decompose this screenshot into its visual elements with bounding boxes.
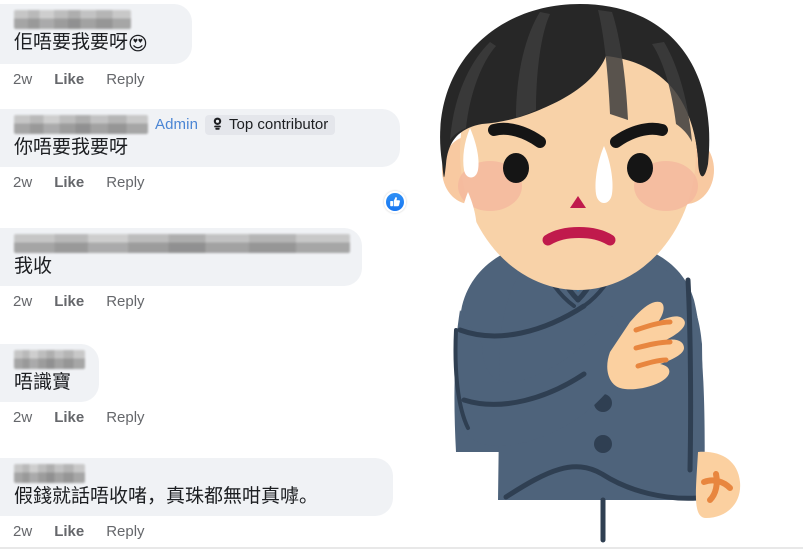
suit-button [594,435,612,453]
like-button[interactable]: Like [54,293,84,310]
comment-actions: 2w Like Reply [0,523,393,540]
like-button[interactable]: Like [54,409,84,426]
comment-text: 唔識寶 [14,372,72,393]
comment-actions: 2w Like Reply [0,409,145,426]
comment-author-row [14,464,381,483]
comment-bubble: 我收 [0,228,362,287]
comment-author-row [14,10,180,29]
comment-bubble: 佢唔要我要呀😍 [0,4,192,65]
comment-author-row: Admin Top contributor [14,114,388,135]
badge-medal-icon [211,117,224,131]
comment-message: 佢唔要我要呀 [14,32,129,53]
reply-button[interactable]: Reply [106,293,144,310]
comment-item: 我收 2w Like Reply [0,228,362,310]
reply-button[interactable]: Reply [106,71,144,88]
top-contributor-badge: Top contributor [205,114,336,135]
like-button[interactable]: Like [54,71,84,88]
heart-eyes-emoji-icon: 😍 [128,34,148,55]
comment-actions: 2w Like Reply [0,293,362,310]
comment-author-row [14,350,87,369]
author-name-redacted [14,10,131,29]
author-name-redacted [14,234,350,253]
comment-timestamp: 2w [13,293,33,311]
comment-text: 你唔要我要呀 [14,137,129,158]
comment-item: 唔識寶 2w Like Reply [0,344,145,426]
eye-left [503,153,529,183]
comment-timestamp: 2w [13,409,33,427]
comment-actions: 2w Like Reply [0,71,192,88]
comment-timestamp: 2w [13,523,33,541]
comment-thread: 佢唔要我要呀😍 2w Like Reply Admin Top contribu… [0,0,420,549]
comment-text: 佢唔要我要呀😍 [14,31,180,57]
admin-badge: Admin [155,116,199,133]
comment-item: 佢唔要我要呀😍 2w Like Reply [0,4,192,88]
author-name-redacted [14,464,85,483]
reply-button[interactable]: Reply [106,523,144,540]
comment-text: 假錢就話唔收啫，真珠都無咁真嘑。 [14,486,319,507]
comment-text: 我收 [14,256,53,277]
comment-actions: 2w Like Reply [0,174,400,191]
worried-businessman-illustration [398,0,803,547]
author-name-redacted [14,115,148,134]
comment-item: 假錢就話唔收啫，真珠都無咁真嘑。 2w Like Reply [0,458,393,540]
reply-button[interactable]: Reply [106,409,144,426]
comment-bubble: Admin Top contributor 你唔要我要呀 [0,109,400,168]
author-name-redacted [14,350,85,369]
comment-timestamp: 2w [13,174,33,192]
screenshot-root: 佢唔要我要呀😍 2w Like Reply Admin Top contribu… [0,0,803,549]
like-button[interactable]: Like [54,523,84,540]
comment-bubble: 唔識寶 [0,344,99,403]
top-contributor-label: Top contributor [229,115,329,133]
comment-item: Admin Top contributor 你唔要我要呀 2w Like Rep… [0,109,406,213]
comment-timestamp: 2w [13,71,33,89]
comment-author-row [14,234,350,253]
reply-button[interactable]: Reply [106,174,144,191]
comment-bubble: 假錢就話唔收啫，真珠都無咁真嘑。 [0,458,393,517]
eye-right [627,153,653,183]
like-button[interactable]: Like [54,174,84,191]
